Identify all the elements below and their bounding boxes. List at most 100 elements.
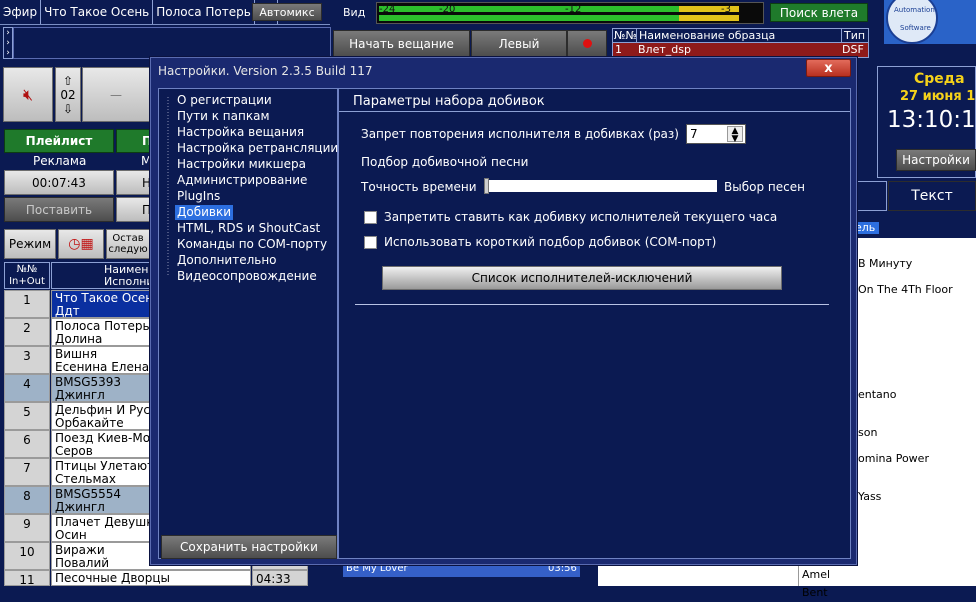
row-time: 04:33 [252,570,308,586]
right-item-4[interactable]: son [858,426,877,439]
channel-stepper[interactable]: ⇧ 02 ⇩ [55,67,81,122]
logo-line-2: Software [900,24,931,32]
fader-button[interactable]: — [82,67,150,122]
meter-tick-24: -24 [379,4,396,15]
col-num-inout: №№ In+Out [4,262,50,289]
nav-item-8[interactable]: Добивки [175,205,234,220]
clock-day: Среда [914,71,965,87]
row-num: 9 [4,514,50,542]
right-item-2[interactable]: On The 4Th Floor [858,283,953,296]
row-num: 4 [4,374,50,402]
exceptions-list-button[interactable]: Список исполнителей-исключений [382,266,782,290]
remaining-button[interactable]: Остав следую [106,229,150,259]
on-air-track-1[interactable]: Что Такое Осень [41,0,154,24]
row-title: Песочные Дворцы [51,570,251,586]
repeat-spinner[interactable]: 7 ▲ ▼ [686,124,746,144]
section-title: Параметры набора добивок [353,94,545,109]
view-label: Вид [343,6,366,19]
speaker-icon: 🔇︎ [22,84,34,104]
clock-panel: Среда 27 июня 18 13:10:16 Настройки [877,66,976,178]
close-button[interactable]: x [806,59,851,77]
logo: Automation Software [884,0,976,44]
right-item-3[interactable]: entano [858,388,897,401]
accuracy-slider-thumb[interactable] [484,178,489,194]
repeat-value: 7 [690,127,698,141]
bottom-strip[interactable]: Be My Lover 03:56 [343,563,580,577]
put-side[interactable]: П [116,197,151,222]
dialog-title: Настройки. Version 2.3.5 Build 117 [151,58,856,84]
right-item-1[interactable]: В Минуту [858,257,912,270]
record-button[interactable] [567,30,607,57]
close-icon: x [824,60,833,76]
arrow-down-icon: ⇩ [62,101,74,116]
nav-item-11[interactable]: Дополнительно [177,253,277,268]
find-intro-button[interactable]: Поиск влета [770,3,868,22]
right-item-7[interactable]: Amel Bent [798,566,855,599]
playlist-row[interactable]: 11 Песочные Дворцы 04:33 [4,570,308,587]
row-num: 10 [4,542,50,570]
choice-label: Выбор песен [724,180,805,194]
settings-button[interactable]: Настройки [896,149,976,171]
right-tab-blank[interactable] [855,181,887,211]
right-highlight[interactable]: ель [855,222,879,234]
nav-item-9[interactable]: HTML, RDS и ShoutCast [177,221,320,236]
sample-row[interactable]: 1 Влет_dsp DSF [613,43,868,57]
left-channel-button[interactable]: Левый [471,30,567,57]
row-num: 6 [4,430,50,458]
accuracy-slider-track[interactable] [484,178,717,194]
nav-item-12[interactable]: Видеосопровождение [177,269,317,284]
nav-item-1[interactable]: О регистрации [177,93,272,108]
nav-item-5[interactable]: Настройки микшера [177,157,306,172]
mute-button[interactable]: 🔇︎ [3,67,53,122]
meter-tick-3: -3 [721,4,731,15]
right-item-6[interactable]: Yass [858,490,881,503]
checkbox-forbid-current-hour[interactable] [364,211,377,224]
level-meter: -24 -20 -12 -3 [376,2,764,24]
text-tab[interactable]: Текст [888,181,976,211]
save-settings-button[interactable]: Сохранить настройки [161,535,337,559]
mid-list-strip [598,566,798,586]
spin-arrows-icon[interactable]: ▲ ▼ [727,126,743,144]
nav-item-6[interactable]: Администрирование [177,173,307,188]
row-num: 3 [4,346,50,374]
timer-display: 00:07:43 [4,170,114,195]
right-list: В Минуту On The 4Th Floor entano son omi… [855,238,976,586]
channel-value: 02 [60,87,76,102]
queue-strip [13,27,331,59]
row-title-line1: Песочные Дворцы [55,571,171,585]
timer-side[interactable]: Не [116,170,158,195]
scroll-arrows[interactable]: › › › [3,27,13,59]
nav-item-3[interactable]: Настройка вещания [177,125,304,140]
put-button[interactable]: Поставить [4,197,114,222]
checkbox-short-select[interactable] [364,236,377,249]
settings-dialog: Настройки. Version 2.3.5 Build 117 x О р… [150,57,857,565]
mode-button[interactable]: Режим [4,229,56,259]
right-item-5[interactable]: omina Power [858,452,929,465]
song-select-label: Подбор добивочной песни [361,155,529,169]
row-num: 11 [4,570,50,587]
playlist-tab[interactable]: Плейлист [4,129,114,153]
schedule-button[interactable]: ◷▦ [58,229,104,259]
section-divider [339,111,850,112]
on-air-track-2[interactable]: Полоса Потерь [153,0,255,24]
nav-item-7[interactable]: PlugIns [177,189,220,204]
clock-time: 13:10:16 [887,107,976,133]
col-num: №№ [614,29,637,42]
meter-tick-20: -20 [439,4,456,15]
checkbox1-label: Запретить ставить как добивку исполнител… [384,210,778,224]
row-num: 8 [4,486,50,514]
sample-table: №№ Наименование образца Тип 1 Влет_dsp D… [612,28,869,58]
content-divider [355,304,829,305]
nav-item-4[interactable]: Настройка ретрансляции [177,141,338,156]
nav-item-2[interactable]: Пути к папкам [177,109,270,124]
nav-item-10[interactable]: Команды по COM-порту [177,237,327,252]
repeat-label: Запрет повторения исполнителя в добивках… [361,127,679,141]
record-icon [582,39,592,48]
clock-calendar-icon: ◷▦ [68,236,94,252]
automix-button[interactable]: Автомикс [252,3,322,21]
sample-row-num: 1 [615,43,622,56]
start-broadcast-button[interactable]: Начать вещание [333,30,470,57]
playlist-tab-2[interactable]: П [116,129,152,153]
row-num: 1 [4,290,50,318]
meter-tick-12: -12 [565,4,582,15]
